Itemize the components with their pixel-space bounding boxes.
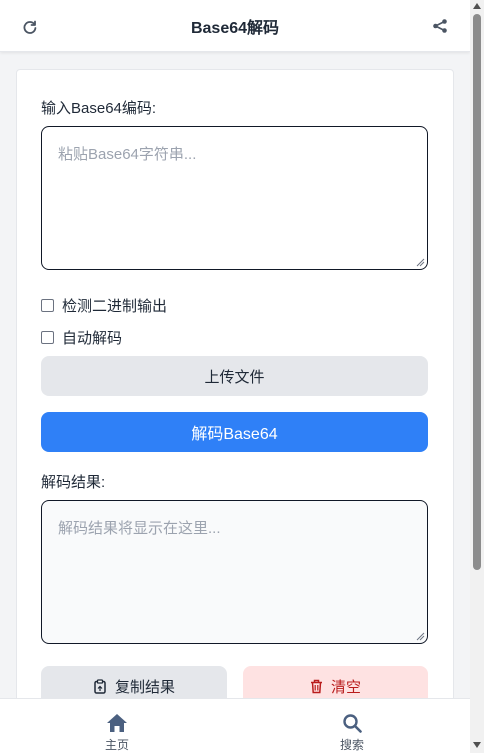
input-label: 输入Base64编码: — [41, 100, 157, 117]
bottom-nav: 主页 搜索 — [0, 698, 470, 753]
refresh-icon — [23, 20, 37, 34]
base64-input[interactable] — [41, 126, 428, 270]
scrollbar-thumb[interactable] — [473, 14, 481, 570]
scroll-down-icon[interactable] — [473, 742, 481, 748]
detect-binary-option[interactable]: 检测二进制输出 — [41, 295, 167, 316]
nav-item-home[interactable]: 主页 — [87, 713, 147, 753]
result-label: 解码结果: — [41, 474, 106, 491]
clear-label: 清空 — [330, 678, 361, 696]
nav-search-label: 搜索 — [339, 738, 364, 752]
page-title: Base64解码 — [190, 19, 280, 37]
auto-decode-checkbox[interactable] — [41, 331, 54, 344]
share-icon — [433, 19, 447, 33]
share-button[interactable] — [428, 14, 452, 38]
nav-home-label: 主页 — [104, 738, 129, 752]
refresh-button[interactable] — [18, 14, 42, 38]
upload-file-button[interactable]: 上传文件 — [41, 356, 428, 396]
auto-decode-label: 自动解码 — [62, 330, 123, 347]
copy-result-label: 复制结果 — [114, 678, 175, 696]
clipboard-icon — [94, 678, 106, 694]
upload-file-label: 上传文件 — [204, 368, 265, 386]
auto-decode-option[interactable]: 自动解码 — [41, 327, 122, 348]
decode-button[interactable]: 解码Base64 — [41, 412, 428, 452]
search-icon — [343, 714, 362, 733]
home-icon — [107, 714, 127, 732]
detect-binary-label: 检测二进制输出 — [62, 298, 168, 315]
resize-grip-icon[interactable] — [415, 257, 425, 267]
scrollbar[interactable] — [470, 0, 484, 753]
scroll-up-icon[interactable] — [473, 3, 481, 9]
resize-grip-icon[interactable] — [415, 631, 425, 641]
decode-result-output[interactable] — [41, 500, 428, 644]
trash-icon — [310, 679, 322, 693]
app-header: Base64解码 — [0, 0, 470, 52]
detect-binary-checkbox[interactable] — [41, 299, 54, 312]
nav-item-search[interactable]: 搜索 — [322, 713, 382, 753]
decode-label: 解码Base64 — [191, 426, 278, 443]
